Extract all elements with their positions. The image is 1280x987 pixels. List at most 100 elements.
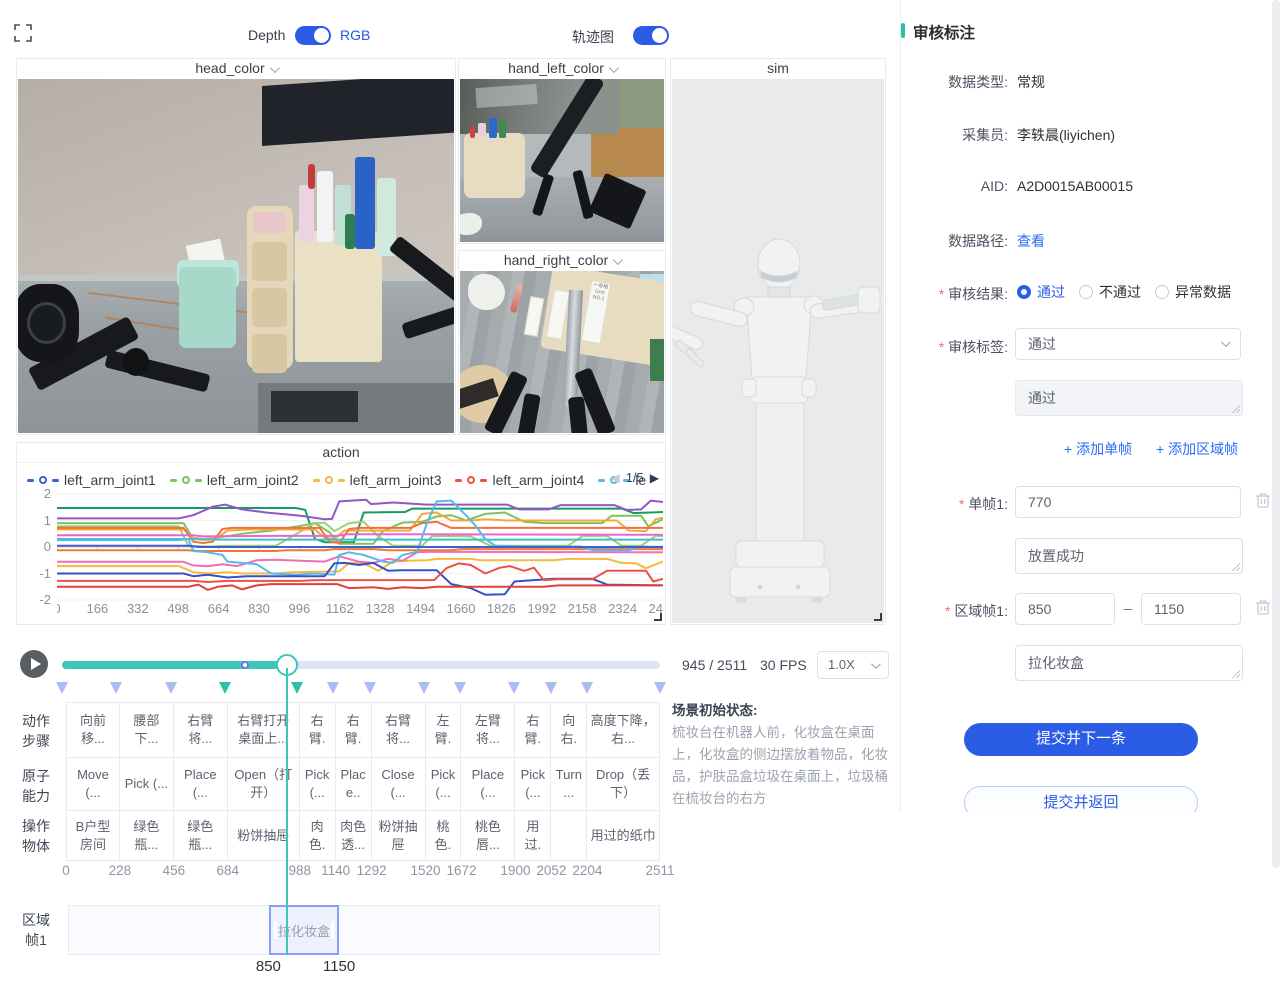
region-start-input[interactable]: 850: [1015, 593, 1115, 625]
table-cell[interactable]: 高度下降，右...: [587, 702, 660, 758]
table-cell[interactable]: Move (...: [66, 758, 120, 811]
table-cell[interactable]: 用过.: [515, 811, 551, 861]
table-cell[interactable]: 绿色瓶...: [120, 811, 174, 861]
table-cell[interactable]: Place (...: [461, 758, 515, 811]
region-frame-box[interactable]: 拉化妆盒: [269, 905, 339, 955]
resize-handle-icon[interactable]: [654, 613, 662, 621]
pager-prev-icon[interactable]: ◀: [610, 471, 619, 485]
submit-return-button[interactable]: 提交并返回: [964, 786, 1198, 812]
table-cell[interactable]: 右臂.: [336, 702, 372, 758]
resize-grip-icon[interactable]: [1231, 669, 1240, 678]
delete-region-frame-icon[interactable]: [1255, 599, 1271, 616]
depth-rgb-toggle[interactable]: [295, 26, 331, 45]
y-tick-label: 2: [31, 486, 51, 501]
table-cell[interactable]: 向右.: [551, 702, 587, 758]
fullscreen-icon[interactable]: [14, 24, 32, 42]
table-cell[interactable]: 右臂将...: [372, 702, 426, 758]
timeline-slider[interactable]: [62, 661, 660, 669]
speed-select[interactable]: 1.0X: [817, 651, 889, 679]
resize-handle-icon[interactable]: [874, 613, 882, 621]
table-cell[interactable]: 左臂.: [426, 702, 462, 758]
frame-counter: 945 / 2511: [682, 657, 747, 673]
play-button[interactable]: [20, 650, 48, 678]
timeline-marker-icon[interactable]: [219, 682, 231, 694]
resize-grip-icon[interactable]: [1231, 562, 1240, 571]
table-cell[interactable]: Pick (...: [300, 758, 336, 811]
table-cell[interactable]: [551, 811, 587, 861]
radio-icon[interactable]: [1079, 285, 1093, 299]
table-cell[interactable]: 桃色.: [426, 811, 462, 861]
scrollbar[interactable]: [1272, 0, 1280, 868]
radio-icon[interactable]: [1017, 285, 1031, 299]
region-frame-track[interactable]: 拉化妆盒: [68, 905, 660, 955]
timeline-marker-icon[interactable]: [327, 682, 339, 694]
radio-icon[interactable]: [1155, 285, 1169, 299]
submit-next-button[interactable]: 提交并下一条: [964, 723, 1198, 756]
table-cell[interactable]: 向前移...: [66, 702, 120, 758]
table-cell[interactable]: 肉色透...: [336, 811, 372, 861]
table-cell[interactable]: Place (...: [174, 758, 228, 811]
timeline-marker-icon[interactable]: [545, 682, 557, 694]
timeline-marker-icon[interactable]: [581, 682, 593, 694]
single-frame-note[interactable]: 放置成功: [1015, 538, 1243, 574]
table-cell[interactable]: Turn...: [551, 758, 587, 811]
add-single-frame-link[interactable]: + 添加单帧: [1064, 439, 1132, 459]
timeline-marker-icon[interactable]: [508, 682, 520, 694]
hand-left-camera-title[interactable]: hand_left_color: [459, 59, 665, 79]
radio-option[interactable]: 通过: [1017, 284, 1065, 300]
action-line-chart[interactable]: [57, 491, 663, 603]
table-cell[interactable]: 右臂打开桌面上...: [228, 702, 300, 758]
resize-grip-icon[interactable]: [1231, 404, 1240, 413]
sim-viewport[interactable]: [672, 79, 884, 623]
region-drag-handle-right[interactable]: [331, 921, 334, 939]
timeline-marker-icon[interactable]: [291, 682, 303, 694]
timeline-marker-icon[interactable]: [364, 682, 376, 694]
hand-right-camera-title[interactable]: hand_right_color: [459, 251, 665, 271]
single-frame-input[interactable]: 770: [1015, 486, 1241, 518]
delete-single-frame-icon[interactable]: [1255, 492, 1271, 509]
row-label-region-frame: 区域帧1: [18, 910, 54, 950]
table-cell[interactable]: 桃色唇...: [461, 811, 515, 861]
review-tag-note[interactable]: 通过: [1015, 380, 1243, 416]
playhead-line[interactable]: [286, 668, 288, 955]
table-cell[interactable]: 绿色瓶...: [174, 811, 228, 861]
table-cell[interactable]: 用过的纸巾: [587, 811, 660, 861]
table-cell[interactable]: 左臂将...: [461, 702, 515, 758]
table-cell[interactable]: Close (...: [372, 758, 426, 811]
timeline-marker-icon[interactable]: [654, 682, 666, 694]
review-tag-select[interactable]: 通过: [1015, 328, 1241, 360]
head-camera-title[interactable]: head_color: [17, 59, 455, 79]
radio-option[interactable]: 不通过: [1079, 284, 1141, 300]
add-region-frame-link[interactable]: + 添加区域帧: [1156, 439, 1238, 459]
table-cell[interactable]: 粉饼抽屉: [372, 811, 426, 861]
table-cell[interactable]: Open（打开）: [228, 758, 300, 811]
legend-item[interactable]: left_arm_joint3: [313, 472, 442, 488]
timeline-marker-icon[interactable]: [56, 682, 68, 694]
table-cell[interactable]: Pick (...: [515, 758, 551, 811]
table-cell[interactable]: 粉饼抽屉: [228, 811, 300, 861]
table-cell[interactable]: 右臂.: [515, 702, 551, 758]
table-cell[interactable]: Drop（丢下）: [587, 758, 660, 811]
legend-item[interactable]: left_arm_joint4: [455, 472, 584, 488]
pager-next-icon[interactable]: ▶: [650, 471, 659, 485]
radio-option[interactable]: 异常数据: [1155, 284, 1231, 300]
table-cell[interactable]: Pick (...: [426, 758, 462, 811]
region-drag-handle-left[interactable]: [274, 921, 277, 939]
table-cell[interactable]: Pick (...: [120, 758, 174, 811]
timeline-marker-icon[interactable]: [418, 682, 430, 694]
trajectory-toggle[interactable]: [633, 26, 669, 45]
table-cell[interactable]: 右臂将...: [174, 702, 228, 758]
table-cell[interactable]: 右臂.: [300, 702, 336, 758]
x-tick-label: 332: [116, 601, 160, 616]
table-cell[interactable]: B户型房间: [66, 811, 120, 861]
timeline-marker-icon[interactable]: [110, 682, 122, 694]
timeline-marker-icon[interactable]: [165, 682, 177, 694]
table-cell[interactable]: 肉色.: [300, 811, 336, 861]
table-cell[interactable]: 腰部下...: [120, 702, 174, 758]
region-frame-note[interactable]: 拉化妆盒: [1015, 645, 1243, 681]
legend-item[interactable]: left_arm_joint2: [170, 472, 299, 488]
region-end-input[interactable]: 1150: [1141, 593, 1241, 625]
timeline-marker-icon[interactable]: [454, 682, 466, 694]
data-path-link[interactable]: 查看: [1017, 231, 1045, 251]
table-cell[interactable]: Place..: [336, 758, 372, 811]
